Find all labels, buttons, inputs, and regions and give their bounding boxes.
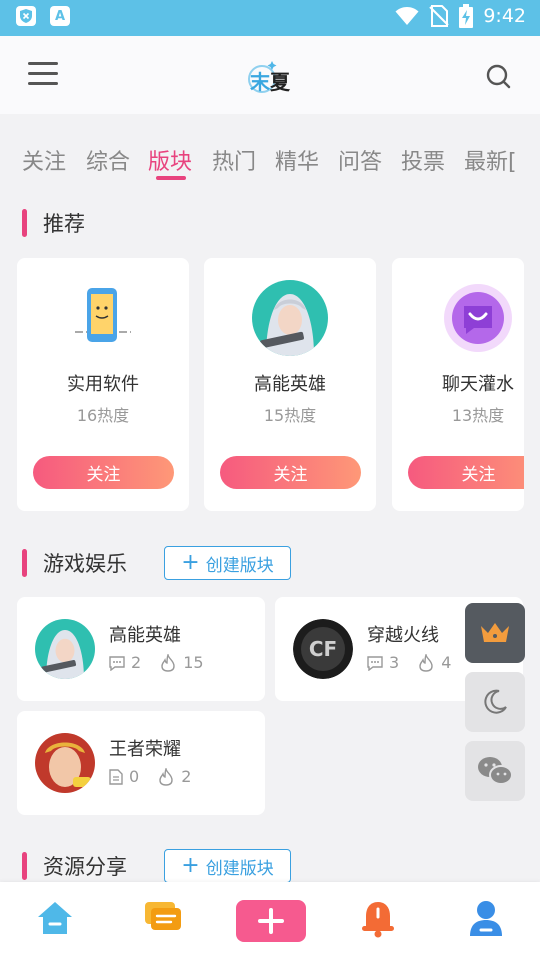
game-name: 高能英雄: [109, 625, 181, 646]
moon-icon[interactable]: [465, 672, 525, 732]
status-bar: A 9:42: [0, 0, 540, 36]
recommend-card[interactable]: 实用软件 16热度 关注: [17, 258, 189, 511]
card-heat: 16热度: [76, 406, 130, 425]
notification-icon[interactable]: [360, 900, 396, 942]
card-name: 实用软件: [67, 374, 139, 395]
tab-sections[interactable]: 版块: [148, 144, 192, 176]
game-name: 穿越火线: [367, 625, 439, 646]
svg-text:CF: CF: [309, 637, 337, 661]
section-recommend-title: 推荐: [22, 208, 85, 238]
category-tabs: 关注 综合 版块 热门 精华 问答 投票 最新[: [0, 130, 540, 186]
crown-icon[interactable]: [465, 603, 525, 663]
tab-follow[interactable]: 关注: [22, 144, 66, 176]
follow-button[interactable]: 关注: [408, 456, 524, 489]
game-stats: 2 15: [109, 653, 204, 672]
card-name: 高能英雄: [254, 374, 326, 395]
active-tab-indicator: [156, 176, 186, 180]
comment-icon: [109, 655, 125, 671]
comment-icon: [367, 655, 383, 671]
app-header: 末夏: [0, 36, 540, 114]
follow-button[interactable]: 关注: [33, 456, 174, 489]
plus-icon: +: [181, 550, 200, 575]
game-stats: 0 2: [109, 767, 191, 786]
game-card[interactable]: 王者荣耀 0 2: [17, 711, 265, 815]
profile-icon[interactable]: [469, 900, 503, 942]
create-section-button[interactable]: + 创建版块: [164, 849, 291, 883]
tab-featured[interactable]: 精华: [275, 144, 319, 176]
phone-app-icon: [65, 280, 141, 356]
add-post-icon[interactable]: [236, 900, 306, 946]
chat-icon[interactable]: [143, 900, 183, 940]
bottom-navigation: [0, 882, 540, 960]
create-section-button[interactable]: + 创建版块: [164, 546, 291, 580]
chat-bubble-icon: [440, 280, 516, 356]
wechat-icon[interactable]: [465, 741, 525, 801]
clock: 9:42: [483, 5, 526, 27]
create-label: 创建版块: [205, 555, 274, 576]
tab-vote[interactable]: 投票: [401, 144, 445, 176]
shield-icon: [16, 6, 36, 26]
flame-icon: [159, 767, 173, 786]
section-games-title: 游戏娱乐: [22, 548, 127, 578]
section-resources-title: 资源分享: [22, 851, 127, 881]
logo-text-a: 末: [250, 70, 270, 94]
game-card[interactable]: 高能英雄 2 15: [17, 597, 265, 701]
card-heat: 13热度: [451, 406, 505, 425]
section-title-text: 推荐: [43, 212, 85, 236]
wifi-icon: [395, 6, 419, 26]
section-marker: [22, 549, 27, 577]
heat-count: 15: [183, 653, 204, 672]
logo-text-b: 夏: [270, 70, 290, 94]
game-stats: 3 4: [367, 653, 451, 672]
game-name: 王者荣耀: [109, 739, 181, 760]
hero-avatar: [35, 619, 95, 679]
heat-count: 2: [181, 767, 192, 786]
recommend-card[interactable]: 高能英雄 15热度 关注: [204, 258, 376, 511]
card-name: 聊天灌水: [442, 374, 514, 395]
section-title-text: 资源分享: [43, 855, 127, 879]
heat-count: 4: [441, 653, 452, 672]
app-logo: 末夏: [246, 58, 294, 98]
menu-icon[interactable]: [28, 62, 58, 86]
follow-button[interactable]: 关注: [220, 456, 361, 489]
tab-general[interactable]: 综合: [86, 144, 130, 176]
post-count: 2: [131, 653, 142, 672]
section-title-text: 游戏娱乐: [43, 552, 127, 576]
create-label: 创建版块: [205, 858, 274, 879]
search-icon[interactable]: [486, 64, 512, 94]
plus-icon: +: [181, 853, 200, 878]
a-icon: A: [50, 6, 70, 26]
tab-hot[interactable]: 热门: [212, 144, 256, 176]
recommend-card[interactable]: 聊天灌水 13热度 关注: [392, 258, 524, 511]
honor-avatar: [35, 733, 95, 793]
post-count: 3: [389, 653, 400, 672]
document-icon: [109, 768, 123, 785]
cf-logo-avatar: CF: [293, 619, 353, 679]
no-sim-icon: [429, 5, 450, 27]
tab-latest[interactable]: 最新[: [464, 144, 517, 176]
battery-charging-icon: [459, 4, 474, 28]
section-marker: [22, 209, 27, 237]
home-icon[interactable]: [36, 900, 74, 940]
card-heat: 15热度: [263, 406, 317, 425]
section-marker: [22, 852, 27, 880]
flame-icon: [161, 653, 175, 672]
hero-avatar: [252, 280, 328, 356]
flame-icon: [419, 653, 433, 672]
tab-qa[interactable]: 问答: [338, 144, 382, 176]
post-count: 0: [129, 767, 140, 786]
